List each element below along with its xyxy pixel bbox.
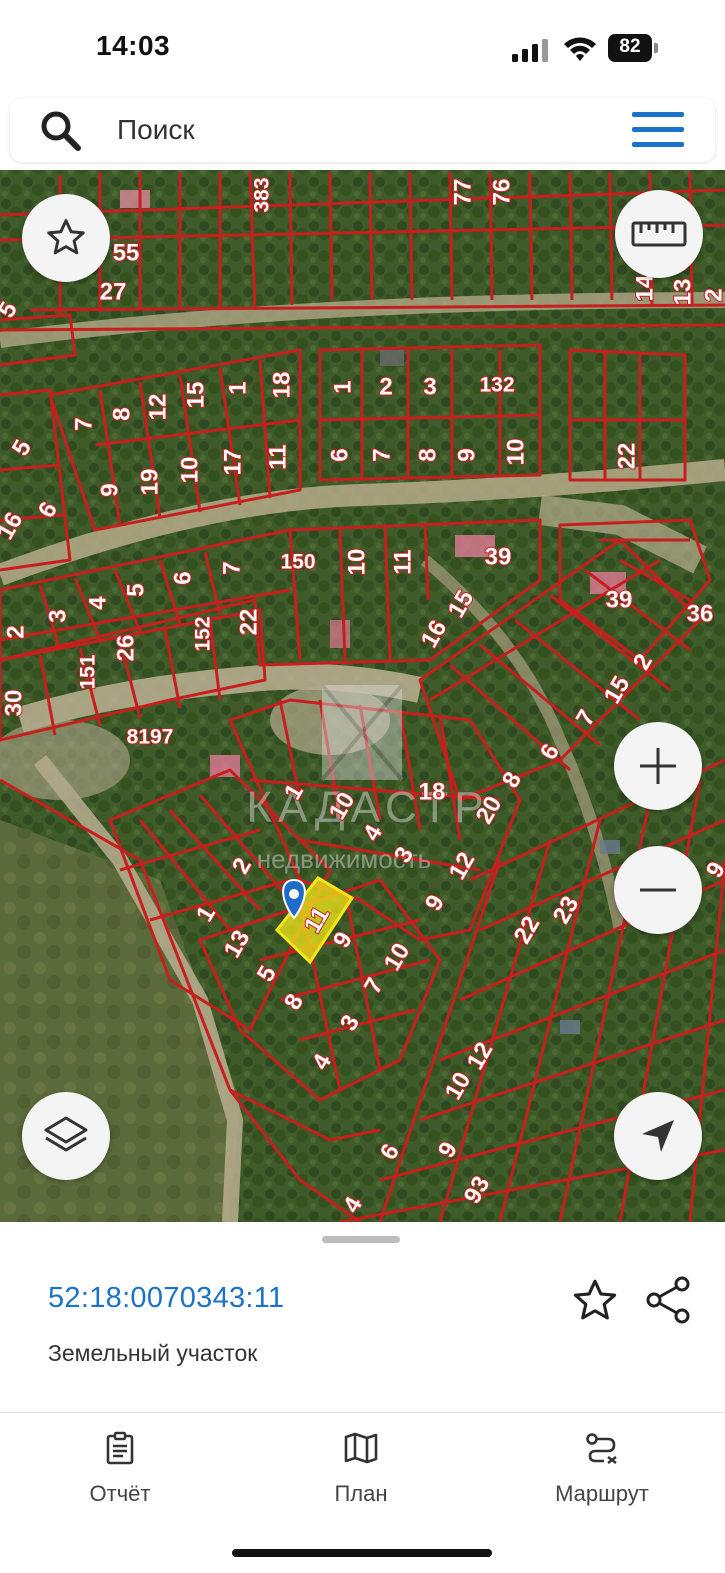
plot-number-label: 152	[192, 616, 215, 651]
plot-number-label: 76	[489, 179, 516, 206]
plot-number-label: 150	[280, 551, 315, 574]
satellite-map-layer[interactable]: КАДАСТР недвижимость 3837776552712141325…	[0, 170, 725, 1222]
cadastral-map[interactable]: КАДАСТР недвижимость 3837776552712141325…	[0, 170, 725, 1222]
cadastral-number[interactable]: 52:18:0070343:11	[48, 1282, 285, 1315]
plot-number-label: 6	[327, 448, 354, 461]
plot-number-label: 9	[454, 448, 481, 461]
plot-number-label: 8	[109, 407, 136, 420]
plot-number-label: 7	[219, 561, 246, 574]
wifi-icon	[562, 34, 598, 62]
nav-route[interactable]: Маршрут	[502, 1431, 702, 1521]
plot-number-label: 19	[137, 469, 164, 496]
battery-level: 82	[619, 36, 641, 57]
menu-icon[interactable]	[632, 112, 688, 150]
plot-number-label: 7	[369, 448, 396, 461]
plot-number-label: 27	[100, 279, 127, 306]
plot-number-label: 6	[170, 571, 197, 584]
bottom-navigation: Отчёт План Маршрут	[0, 1412, 725, 1573]
map-plan-icon	[344, 1432, 378, 1464]
plot-number-label: 30	[1, 690, 28, 717]
plot-number-label: 55	[113, 240, 140, 267]
plot-number-label: 12	[145, 394, 172, 421]
plot-number-label: 151	[77, 654, 100, 689]
search-icon	[38, 108, 82, 152]
ruler-icon	[631, 221, 687, 247]
nav-plan[interactable]: План	[261, 1431, 461, 1521]
sheet-drag-handle[interactable]	[322, 1236, 400, 1243]
plot-number-label: 3	[45, 609, 72, 622]
plot-number-label: 22	[236, 609, 263, 636]
plus-icon	[640, 748, 676, 784]
battery-icon: 82	[608, 34, 658, 62]
plot-number-label: 3	[423, 374, 436, 401]
nav-route-label: Маршрут	[555, 1481, 649, 1506]
plot-number-label: 77	[450, 179, 477, 206]
status-time: 14:03	[96, 30, 171, 61]
share-button[interactable]	[642, 1274, 694, 1326]
plot-number-label: 18	[269, 372, 296, 399]
ruler-button[interactable]	[615, 190, 703, 278]
search-input[interactable]: Поиск	[117, 114, 195, 146]
zoom-out-button[interactable]	[614, 846, 702, 934]
plot-number-label: 8	[415, 448, 442, 461]
star-icon	[573, 1279, 617, 1320]
cellular-signal-icon	[512, 38, 550, 62]
plot-number-label: 4	[85, 596, 112, 610]
plot-number-label: 383	[251, 177, 274, 212]
plot-number-label: 1	[330, 380, 357, 393]
search-bar[interactable]: Поиск	[10, 98, 715, 162]
layers-button[interactable]	[22, 1092, 110, 1180]
plot-type-label: Земельный участок	[48, 1340, 258, 1366]
plot-number-label: 22	[614, 443, 641, 470]
plot-number-label: 2	[701, 288, 725, 301]
plot-number-label: 10	[503, 439, 530, 466]
plot-number-label: 10	[177, 457, 204, 484]
plot-number-label: 1	[225, 381, 252, 394]
plot-number-label: 11	[265, 444, 292, 469]
plot-info-sheet[interactable]: 52:18:0070343:11 Земельный участок	[0, 1222, 725, 1412]
star-icon	[47, 219, 85, 255]
plot-number-label: 9	[97, 483, 124, 496]
plot-number-label: 36	[687, 601, 714, 628]
zoom-in-button[interactable]	[614, 722, 702, 810]
plot-number-label: 11	[390, 549, 417, 574]
plot-number-label: 26	[113, 635, 140, 662]
share-icon	[646, 1276, 690, 1324]
nav-report[interactable]: Отчёт	[20, 1431, 220, 1521]
route-icon	[586, 1433, 617, 1465]
plot-number-label: 132	[479, 374, 514, 397]
plot-number-label: 8197	[127, 726, 174, 749]
plot-number-label: 10	[344, 549, 371, 576]
plot-number-label: 13	[670, 279, 697, 306]
status-bar: 14:03 82	[0, 0, 725, 96]
favorites-map-button[interactable]	[22, 194, 110, 282]
report-icon	[106, 1431, 134, 1465]
navigation-arrow-icon	[642, 1120, 674, 1152]
plot-number-label: 39	[606, 587, 633, 614]
plot-number-label: 17	[220, 449, 247, 476]
nav-report-label: Отчёт	[89, 1481, 151, 1506]
plot-number-label: 39	[485, 544, 512, 571]
plot-number-label: 2	[379, 374, 392, 401]
plot-number-label: 7	[71, 417, 98, 430]
minus-icon	[640, 888, 676, 892]
my-location-button[interactable]	[614, 1092, 702, 1180]
add-to-favorites-button[interactable]	[570, 1276, 620, 1326]
nav-plan-label: План	[334, 1481, 388, 1506]
layers-icon	[44, 1116, 88, 1152]
home-indicator	[232, 1549, 492, 1557]
plot-number-label: 2	[3, 625, 30, 638]
search-area: Поиск	[0, 96, 725, 170]
plot-number-label: 15	[183, 382, 210, 409]
plot-number-label: 14	[632, 274, 659, 301]
plot-number-label: 18	[419, 779, 446, 806]
plot-number-label: 5	[123, 583, 150, 596]
